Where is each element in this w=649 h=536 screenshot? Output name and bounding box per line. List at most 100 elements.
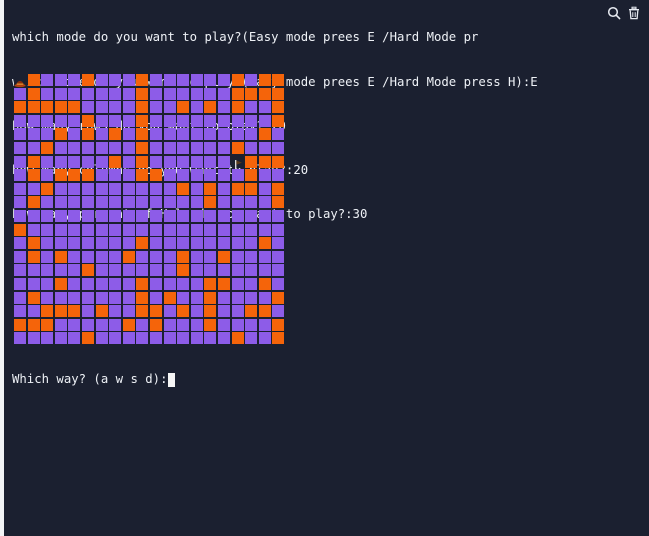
- safe-cell: [177, 155, 190, 168]
- hole-cell: [122, 318, 135, 331]
- safe-cell: [218, 87, 230, 100]
- safe-cell: [204, 250, 217, 263]
- safe-cell: [231, 250, 244, 263]
- safe-cell: [245, 237, 258, 250]
- safe-cell: [95, 223, 108, 236]
- safe-cell: [218, 318, 230, 331]
- hole-cell: [272, 155, 285, 168]
- safe-cell: [150, 264, 162, 277]
- safe-cell: [27, 278, 40, 290]
- safe-cell: [122, 74, 135, 86]
- safe-cell: [245, 114, 258, 127]
- safe-cell: [231, 318, 244, 331]
- safe-cell: [190, 264, 203, 277]
- hole-cell: [204, 305, 217, 318]
- safe-cell: [231, 196, 244, 209]
- safe-cell: [163, 250, 176, 263]
- safe-cell: [245, 142, 258, 154]
- safe-cell: [54, 87, 67, 100]
- safe-cell: [177, 223, 190, 236]
- hole-cell: [136, 305, 149, 318]
- safe-cell: [258, 264, 271, 277]
- safe-cell: [109, 237, 122, 250]
- safe-cell: [14, 155, 26, 168]
- hole-cell: [109, 155, 122, 168]
- safe-cell: [204, 114, 217, 127]
- safe-cell: [190, 332, 203, 345]
- safe-cell: [231, 237, 244, 250]
- input-prompt[interactable]: Which way? (a w s d):: [12, 372, 176, 387]
- safe-cell: [218, 305, 230, 318]
- safe-cell: [41, 223, 54, 236]
- hole-cell: [231, 101, 244, 114]
- hole-cell: [136, 237, 149, 250]
- safe-cell: [95, 210, 108, 222]
- hole-cell: [258, 278, 271, 290]
- safe-cell: [27, 142, 40, 154]
- safe-cell: [190, 182, 203, 195]
- safe-cell: [41, 128, 54, 141]
- safe-cell: [258, 142, 271, 154]
- safe-cell: [258, 332, 271, 345]
- hole-cell: [177, 101, 190, 114]
- hole-cell: [258, 87, 271, 100]
- safe-cell: [54, 291, 67, 304]
- safe-cell: [245, 318, 258, 331]
- safe-cell: [163, 237, 176, 250]
- safe-cell: [109, 278, 122, 290]
- safe-cell: [122, 87, 135, 100]
- safe-cell: [150, 278, 162, 290]
- safe-cell: [218, 196, 230, 209]
- safe-cell: [95, 128, 108, 141]
- safe-cell: [122, 101, 135, 114]
- safe-cell: [68, 74, 81, 86]
- safe-cell: [245, 278, 258, 290]
- safe-cell: [109, 182, 122, 195]
- search-button[interactable]: [605, 4, 623, 22]
- safe-cell: [245, 332, 258, 345]
- safe-cell: [27, 264, 40, 277]
- hole-cell: [204, 278, 217, 290]
- safe-cell: [95, 169, 108, 182]
- safe-cell: [68, 128, 81, 141]
- safe-cell: [41, 332, 54, 345]
- safe-cell: [68, 237, 81, 250]
- safe-cell: [258, 182, 271, 195]
- hole-cell: [41, 182, 54, 195]
- safe-cell: [218, 114, 230, 127]
- hole-cell: [272, 332, 285, 345]
- safe-cell: [41, 237, 54, 250]
- safe-cell: [14, 87, 26, 100]
- safe-cell: [41, 210, 54, 222]
- safe-cell: [177, 291, 190, 304]
- hole-cell: [82, 169, 94, 182]
- safe-cell: [14, 291, 26, 304]
- search-icon: [607, 6, 621, 20]
- safe-cell: [95, 87, 108, 100]
- hole-cell: [258, 305, 271, 318]
- safe-cell: [163, 318, 176, 331]
- safe-cell: [245, 223, 258, 236]
- safe-cell: [54, 182, 67, 195]
- safe-cell: [136, 318, 149, 331]
- safe-cell: [190, 155, 203, 168]
- safe-cell: [122, 169, 135, 182]
- safe-cell: [163, 114, 176, 127]
- clear-button[interactable]: [625, 4, 643, 22]
- safe-cell: [258, 318, 271, 331]
- safe-cell: [95, 250, 108, 263]
- safe-cell: [245, 101, 258, 114]
- safe-cell: [82, 318, 94, 331]
- safe-cell: [54, 318, 67, 331]
- safe-cell: [54, 237, 67, 250]
- safe-cell: [218, 264, 230, 277]
- safe-cell: [136, 196, 149, 209]
- hole-cell: [68, 305, 81, 318]
- safe-cell: [54, 264, 67, 277]
- safe-cell: [245, 196, 258, 209]
- safe-cell: [68, 264, 81, 277]
- hole-cell: [136, 114, 149, 127]
- hole-cell: [231, 87, 244, 100]
- safe-cell: [82, 250, 94, 263]
- safe-cell: [204, 223, 217, 236]
